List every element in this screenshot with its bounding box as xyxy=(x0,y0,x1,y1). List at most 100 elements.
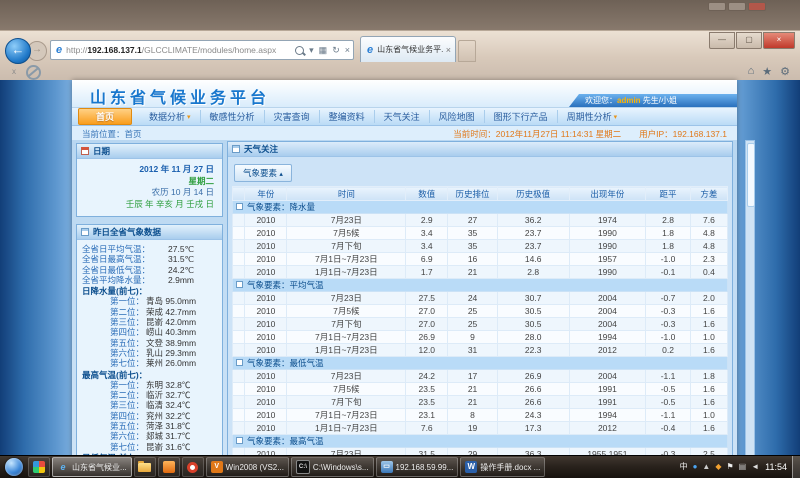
bg-close-icon[interactable] xyxy=(748,2,766,11)
home-icon[interactable]: ⌂ xyxy=(748,65,755,78)
stat-row: 全省日平均气温：27.5℃ xyxy=(82,244,217,254)
show-desktop-button[interactable] xyxy=(792,456,800,478)
address-bar[interactable]: e http://192.168.137.1/GLCCLIMATE/module… xyxy=(50,40,354,60)
taskbar-word-task[interactable]: W操作手册.docx ... xyxy=(460,457,545,477)
nav-item-label: 天气关注 xyxy=(384,110,420,123)
row-lead-cell xyxy=(233,292,245,305)
table-cell: 14.6 xyxy=(497,253,569,266)
scrollbar-thumb[interactable] xyxy=(747,143,755,207)
table-group-row[interactable]: 气象要素：降水量 xyxy=(233,201,728,214)
toolbar-close-icon[interactable]: x xyxy=(12,67,16,76)
row-lead-cell xyxy=(233,318,245,331)
nav-item[interactable]: 整编资料 xyxy=(320,110,375,123)
new-tab-button[interactable] xyxy=(458,40,476,62)
network-icon[interactable]: ▤ xyxy=(739,462,747,472)
taskbar-clock[interactable]: 11:54 xyxy=(765,462,787,472)
language-indicator-icon[interactable]: 中 xyxy=(680,462,688,472)
table-group-row[interactable]: 气象要素：最高气温 xyxy=(233,435,728,448)
browser-action-icons: ⌂ ★ ⚙ xyxy=(748,65,790,78)
explorer-button[interactable] xyxy=(134,457,156,477)
stat-value: 2.9mm xyxy=(168,275,194,285)
chevron-down-icon: ▾ xyxy=(187,113,191,121)
nav-item-label: 图形下行产品 xyxy=(494,110,548,123)
taskbar-vm-task[interactable]: VWin2008 (VS2... xyxy=(206,457,289,477)
weather-watch-panel: 天气关注 气象要素 ▴ 年份时间数值历史排位历史极值出现年份距平方差 气象要素：… xyxy=(227,141,733,500)
table-cell: 2010 xyxy=(245,292,287,305)
table-row: 20107月下旬27.02530.52004-0.31.6 xyxy=(233,318,728,331)
bg-maximize-icon[interactable] xyxy=(728,2,746,11)
stat-row: 全省平均降水量：2.9mm xyxy=(82,275,217,285)
row-lead-cell xyxy=(233,214,245,227)
taskbar-rdp-task[interactable]: ▭192.168.59.99... xyxy=(376,457,459,477)
list-icon xyxy=(81,228,89,236)
table-header-cell: 数值 xyxy=(406,187,448,201)
maximize-button[interactable]: ▢ xyxy=(736,32,762,49)
back-button[interactable]: ← xyxy=(5,38,31,64)
group-label: 气象要素：平均气温 xyxy=(247,280,324,290)
show-hidden-icons-arrow[interactable]: ▲ xyxy=(702,462,710,472)
browser-tab[interactable]: e 山东省气候业务平... × xyxy=(360,36,456,62)
tab-close-icon[interactable]: × xyxy=(446,45,451,55)
action-center-flag-icon[interactable]: ⚑ xyxy=(726,462,733,472)
table-group-row[interactable]: 气象要素：平均气温 xyxy=(233,279,728,292)
element-filter-button[interactable]: 气象要素 ▴ xyxy=(234,164,292,182)
table-header-cell: 年份 xyxy=(245,187,287,201)
group-checkbox[interactable] xyxy=(236,203,243,210)
chevron-down-icon: ▾ xyxy=(614,113,618,121)
minimize-button[interactable]: — xyxy=(709,32,735,49)
vertical-scrollbar[interactable] xyxy=(745,140,755,477)
panel-header: 天气关注 xyxy=(228,142,732,157)
stat-label: 全省平均降水量： xyxy=(82,275,168,285)
table-row: 20107月1日~7月23日26.9928.01994-1.01.0 xyxy=(233,331,728,344)
table-cell: 1.6 xyxy=(690,318,727,331)
table-cell: 8 xyxy=(448,409,498,422)
search-icon[interactable] xyxy=(295,46,304,55)
table-cell: 4.8 xyxy=(690,240,727,253)
table-group-cell: 气象要素：最低气温 xyxy=(233,357,728,370)
orange-app-button[interactable] xyxy=(158,457,180,477)
start-button[interactable] xyxy=(5,458,23,476)
nav-item[interactable]: 灾害查询 xyxy=(265,110,320,123)
group-checkbox[interactable] xyxy=(236,359,243,366)
nav-item[interactable]: 天气关注 xyxy=(375,110,430,123)
table-cell: 1991 xyxy=(569,396,646,409)
nav-item[interactable]: 风险地图 xyxy=(430,110,485,123)
settings-gear-icon[interactable]: ⚙ xyxy=(780,65,790,78)
table-cell: 1990 xyxy=(569,266,646,279)
nav-item[interactable]: 数据分析▾ xyxy=(140,110,201,123)
dropdown-arrow-icon[interactable]: ▾ xyxy=(309,45,314,56)
table-cell: 19 xyxy=(448,422,498,435)
nav-item-home[interactable]: 首页 xyxy=(78,108,132,125)
taskbar-ie-task[interactable]: e山东省气候业... xyxy=(52,457,132,477)
bg-minimize-icon[interactable] xyxy=(708,2,726,11)
ime-icon[interactable]: ● xyxy=(693,462,698,472)
stop-icon[interactable]: × xyxy=(345,45,350,55)
stat-label: 全省日最低气温： xyxy=(82,265,168,275)
nav-item[interactable]: 敏感性分析 xyxy=(201,110,265,123)
red-ring-app-button[interactable] xyxy=(182,457,204,477)
orange-app-icon xyxy=(163,461,175,473)
screenshot-margin xyxy=(0,477,800,500)
close-button[interactable]: × xyxy=(763,32,795,49)
url-text[interactable]: http://192.168.137.1/GLCCLIMATE/modules/… xyxy=(66,45,295,55)
compatibility-view-icon[interactable]: ▦ xyxy=(319,45,328,56)
rank-row: 第六位：乳山 29.3mm xyxy=(82,348,217,358)
group-checkbox[interactable] xyxy=(236,437,243,444)
taskbar-cmd-task[interactable]: C:\C:\Windows\s... xyxy=(291,457,374,477)
stat-value: 24.2℃ xyxy=(168,265,194,275)
table-row: 20107月23日2.92736.219742.87.6 xyxy=(233,214,728,227)
volume-icon[interactable]: ◄ xyxy=(751,462,759,472)
rank-group-title: 最高气温(前七)： xyxy=(82,370,217,380)
ic-word-icon: W xyxy=(465,461,477,473)
nav-item[interactable]: 图形下行产品 xyxy=(485,110,558,123)
security-alert-icon[interactable]: ◆ xyxy=(715,462,721,472)
refresh-icon[interactable]: ↻ xyxy=(332,45,340,56)
table-cell: 2.0 xyxy=(690,292,727,305)
group-checkbox[interactable] xyxy=(236,281,243,288)
table-group-row[interactable]: 气象要素：最低气温 xyxy=(233,357,728,370)
page-viewport: 山东省气候业务平台 欢迎您：admin 先生/小姐 首页数据分析▾敏感性分析灾害… xyxy=(0,80,800,477)
pinned-app-button[interactable] xyxy=(28,457,50,477)
favorites-star-icon[interactable]: ★ xyxy=(762,65,772,78)
blocked-popup-icon[interactable] xyxy=(26,65,41,80)
nav-item[interactable]: 周期性分析▾ xyxy=(558,110,627,123)
